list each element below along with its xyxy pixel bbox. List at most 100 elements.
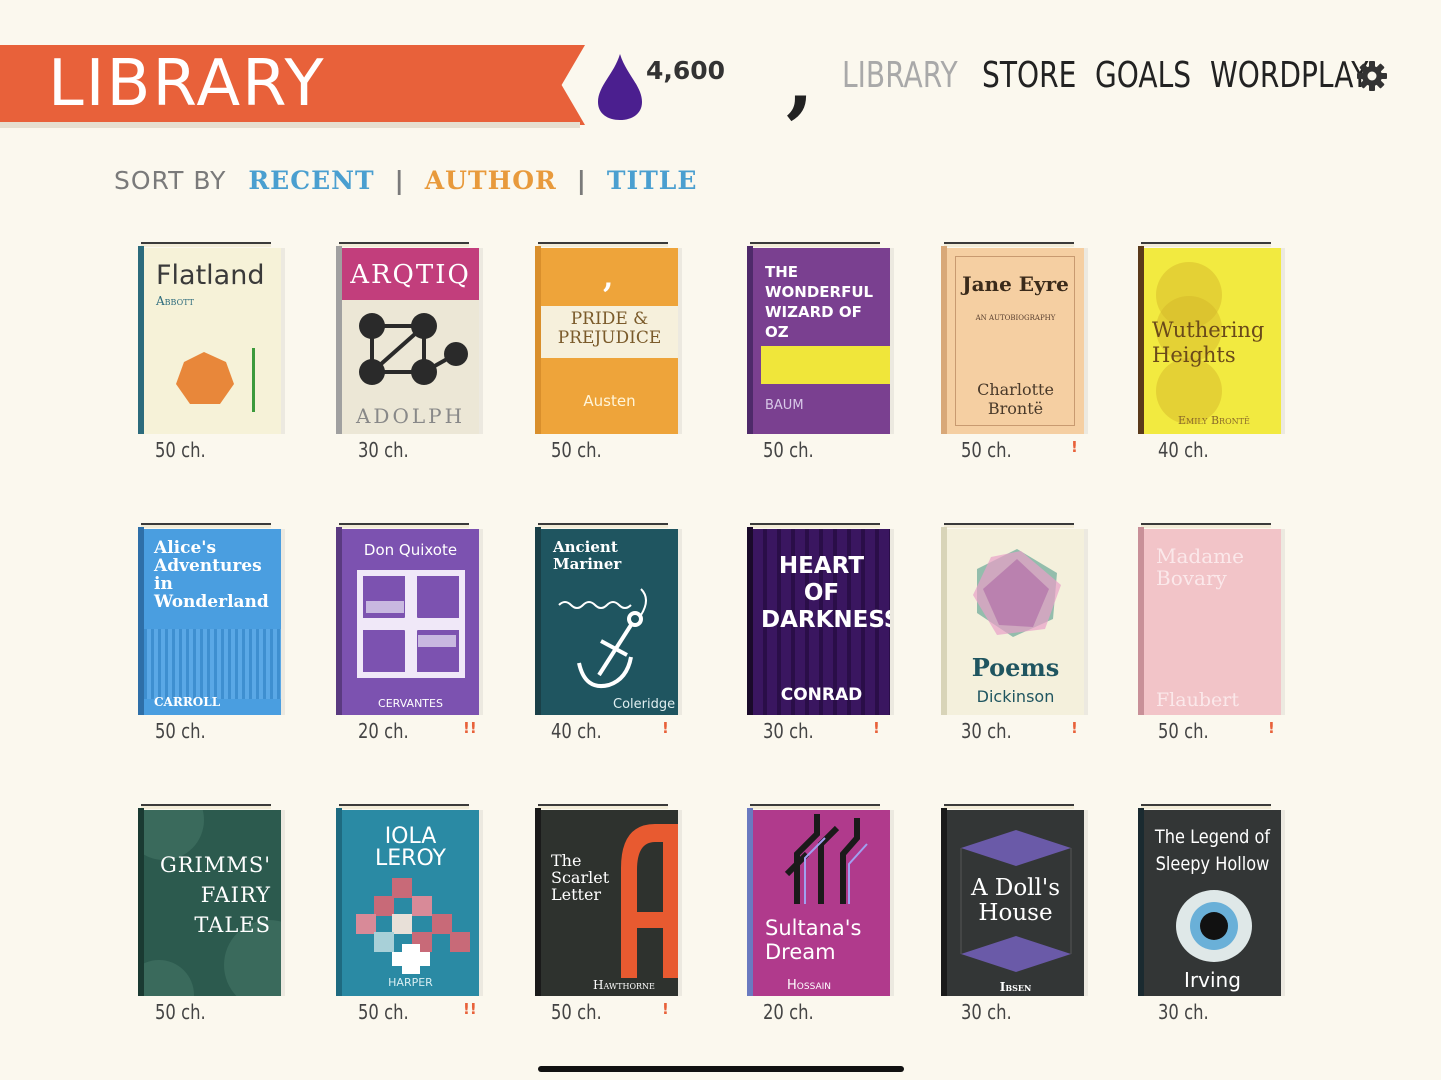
book-madame-bovary[interactable]: Madame Bovary Flaubert bbox=[1138, 523, 1285, 715]
page-title: LIBRARY bbox=[48, 47, 326, 121]
chapter-count: 30 ch. bbox=[961, 1000, 1012, 1024]
book-scarlet-letter[interactable]: The Scarlet Letter Hawthorne bbox=[535, 804, 682, 996]
book-jane-eyre[interactable]: Jane Eyre AN AUTOBIOGRAPHY Charlotte Bro… bbox=[941, 242, 1088, 434]
quilt-pattern-icon bbox=[356, 878, 470, 974]
book-sultanas-dream[interactable]: Sultana's Dream Hossain bbox=[747, 804, 894, 996]
chapter-count: 50 ch. bbox=[155, 1000, 206, 1024]
book-wonderful-wizard-of-oz[interactable]: THE WONDERFUL WIZARD OF OZ BAUM bbox=[747, 242, 894, 434]
book-flatland[interactable]: Flatland Abbott bbox=[138, 242, 285, 434]
chapter-count: 40 ch. bbox=[551, 719, 602, 743]
book-don-quixote[interactable]: Don Quixote CERVANTES bbox=[336, 523, 483, 715]
nav-store[interactable]: STORE bbox=[982, 54, 1076, 98]
gear-icon[interactable] bbox=[1356, 60, 1388, 92]
book-title: A Doll's House bbox=[970, 875, 1061, 926]
sort-divider: | bbox=[576, 166, 587, 195]
anchor-icon bbox=[558, 588, 647, 688]
book-author: ADOLPH bbox=[355, 404, 466, 428]
book-author: Irving bbox=[1184, 968, 1241, 992]
chapter-count: 20 ch. bbox=[358, 719, 409, 743]
sort-label: SORT BY bbox=[114, 166, 227, 195]
windmill-icon bbox=[357, 570, 465, 678]
book-title: The Scarlet Letter bbox=[551, 851, 610, 904]
warning-badge: ! bbox=[1268, 719, 1275, 737]
nav-wordplay[interactable]: WORDPLAY bbox=[1210, 54, 1368, 98]
book-author: CONRAD bbox=[780, 685, 863, 705]
book-author: Emily Brontë bbox=[1178, 414, 1250, 427]
warning-badge: ! bbox=[662, 719, 669, 737]
sort-recent[interactable]: RECENT bbox=[248, 166, 374, 195]
book-author: Charlotte Brontë bbox=[977, 380, 1054, 418]
chapter-count: 30 ch. bbox=[763, 719, 814, 743]
book-author: Abbott bbox=[156, 294, 194, 308]
banner-shadow bbox=[0, 122, 580, 128]
letter-a-icon bbox=[621, 824, 678, 978]
book-title: IOLA LEROY bbox=[375, 824, 446, 871]
sort-author[interactable]: AUTHOR bbox=[425, 166, 557, 195]
book-title: GRIMMS' FAIRY TALES bbox=[159, 853, 271, 937]
book-author: HARPER bbox=[388, 976, 433, 989]
book-title: Flatland bbox=[156, 260, 265, 291]
nav-goals[interactable]: GOALS bbox=[1095, 54, 1191, 98]
book-title: The Legend of Sleepy Hollow bbox=[1154, 826, 1271, 875]
network-graph-icon bbox=[359, 313, 468, 385]
book-title: Wuthering Heights bbox=[1152, 318, 1265, 367]
book-poems[interactable]: Poems Dickinson bbox=[941, 523, 1088, 715]
book-ancient-mariner[interactable]: Ancient Mariner Coleridge bbox=[535, 523, 682, 715]
book-title: Alice's Adventures in Wonderland bbox=[154, 538, 269, 612]
chapter-count: 30 ch. bbox=[1158, 1000, 1209, 1024]
sort-divider: | bbox=[394, 166, 405, 195]
yellow-brick-stripe bbox=[761, 346, 890, 384]
chapter-count: 30 ch. bbox=[358, 438, 409, 462]
nav-library[interactable]: LIBRARY bbox=[842, 54, 958, 98]
main-nav: LIBRARY STORE GOALS WORDPLAY bbox=[842, 54, 1387, 98]
chapter-count: 50 ch. bbox=[155, 719, 206, 743]
book-title: Madame Bovary bbox=[1156, 544, 1244, 590]
chapter-count: 30 ch. bbox=[961, 719, 1012, 743]
sort-bar: SORT BY RECENT | AUTHOR | TITLE bbox=[114, 166, 697, 195]
heptagon-icon bbox=[176, 348, 255, 412]
book-heart-of-darkness[interactable]: HEART OF DARKNESS CONRAD bbox=[747, 523, 894, 715]
book-author: BAUM bbox=[765, 398, 804, 413]
chapter-count: 50 ch. bbox=[1158, 719, 1209, 743]
comma-icon: , bbox=[603, 260, 614, 295]
ink-drop-icon bbox=[598, 54, 642, 120]
book-title: Poems bbox=[971, 653, 1060, 682]
warning-badge: ! bbox=[1071, 719, 1078, 737]
book-wuthering-heights[interactable]: Wuthering Heights Emily Brontë bbox=[1138, 242, 1285, 434]
book-author: Ibsen bbox=[999, 980, 1032, 994]
book-title: THE WONDERFUL WIZARD OF OZ bbox=[765, 263, 874, 341]
book-title: Sultana's Dream bbox=[765, 916, 862, 964]
book-pride-and-prejudice[interactable]: , PRIDE & PREJUDICE Austen bbox=[535, 242, 682, 434]
book-author: Hossain bbox=[787, 978, 831, 993]
book-author: Flaubert bbox=[1156, 689, 1239, 711]
chapter-count: 50 ch. bbox=[155, 438, 206, 462]
warning-badge: !! bbox=[463, 719, 477, 737]
chapter-count: 40 ch. bbox=[1158, 438, 1209, 462]
book-title: PRIDE & PREJUDICE bbox=[557, 309, 662, 348]
chapter-count: 50 ch. bbox=[961, 438, 1012, 462]
chapter-count: 50 ch. bbox=[551, 438, 602, 462]
sort-title[interactable]: TITLE bbox=[607, 166, 698, 195]
overlapping-polygons-icon bbox=[973, 549, 1061, 637]
home-indicator[interactable] bbox=[538, 1066, 904, 1072]
comma-logo-icon[interactable]: , bbox=[786, 40, 814, 120]
book-grimms-fairy-tales[interactable]: GRIMMS' FAIRY TALES bbox=[138, 804, 285, 996]
warning-badge: ! bbox=[662, 1000, 669, 1018]
book-iola-leroy[interactable]: IOLA LEROY HARPER bbox=[336, 804, 483, 996]
chapter-count: 50 ch. bbox=[358, 1000, 409, 1024]
book-author: Austen bbox=[583, 392, 636, 410]
book-author: Hawthorne bbox=[593, 978, 655, 992]
book-a-dolls-house[interactable]: A Doll's House Ibsen bbox=[941, 804, 1088, 996]
warning-badge: ! bbox=[1071, 438, 1078, 456]
book-alices-adventures[interactable]: Alice's Adventures in Wonderland CARROLL bbox=[138, 523, 285, 715]
book-author: Coleridge bbox=[613, 697, 676, 712]
book-author: CARROLL bbox=[154, 695, 221, 709]
book-title: ARQTIQ bbox=[350, 260, 471, 290]
chapter-count: 20 ch. bbox=[763, 1000, 814, 1024]
abstract-tree-icon bbox=[784, 814, 868, 904]
book-author: CERVANTES bbox=[378, 697, 443, 710]
book-title: Jane Eyre bbox=[962, 272, 1069, 296]
chapter-count: 50 ch. bbox=[551, 1000, 602, 1024]
book-arqtiq[interactable]: ARQTIQ ADOLPH bbox=[336, 242, 483, 434]
book-legend-of-sleepy-hollow[interactable]: The Legend of Sleepy Hollow Irving bbox=[1138, 804, 1285, 996]
